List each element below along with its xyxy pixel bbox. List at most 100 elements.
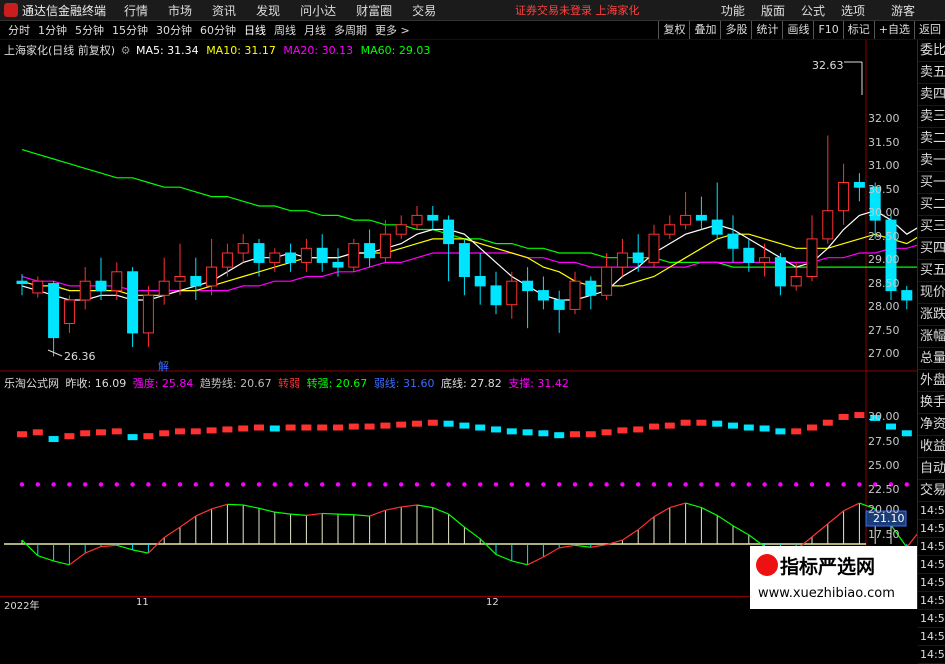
side-panel-item[interactable]: 总量 bbox=[918, 348, 945, 370]
price-tick-2: 31.50 bbox=[868, 136, 900, 149]
side-panel-item[interactable]: 14:56 bbox=[918, 628, 945, 646]
ind-tick-3: 25.00 bbox=[868, 459, 900, 472]
side-panel-item[interactable]: 14:56 bbox=[918, 574, 945, 592]
side-panel-item[interactable]: 外盘 bbox=[918, 370, 945, 392]
side-panel-item[interactable]: 卖四 bbox=[918, 84, 945, 106]
oscillator-line bbox=[906, 533, 917, 548]
btn-fanhui[interactable]: 返回 bbox=[914, 21, 945, 39]
candle-body bbox=[364, 243, 376, 259]
oscillator-line bbox=[732, 525, 750, 536]
price-tick-8: 28.50 bbox=[868, 277, 900, 290]
oscillator-line bbox=[322, 512, 339, 515]
candle-body bbox=[616, 252, 628, 268]
candle-body bbox=[79, 280, 91, 301]
oscillator-line bbox=[622, 529, 639, 541]
side-panel-item[interactable]: 14:56 bbox=[918, 502, 945, 520]
candle-body bbox=[680, 214, 692, 226]
price-tick-11: 27.00 bbox=[868, 347, 900, 360]
side-panel-item[interactable]: 买五 bbox=[918, 260, 945, 282]
candle-body bbox=[221, 252, 233, 268]
oscillator-line bbox=[511, 560, 528, 566]
candle-body bbox=[316, 247, 328, 263]
support-dot bbox=[841, 482, 846, 487]
side-panel-item[interactable]: 买三 bbox=[918, 216, 945, 238]
date-11: 11 bbox=[136, 597, 149, 608]
side-panel-item[interactable]: 净资 bbox=[918, 414, 945, 436]
oscillator-line bbox=[827, 510, 844, 525]
oscillator-line bbox=[100, 544, 117, 548]
support-dot bbox=[604, 482, 609, 487]
side-panel-item[interactable]: 14:56 bbox=[918, 520, 945, 538]
support-dot bbox=[320, 482, 325, 487]
indicator-bar bbox=[886, 423, 896, 430]
candle-body bbox=[632, 252, 644, 263]
side-panel-item[interactable]: 换手 bbox=[918, 392, 945, 414]
side-panel-item[interactable]: 委比 bbox=[918, 40, 945, 62]
side-panel-item[interactable]: 14:56 bbox=[918, 592, 945, 610]
candle-body bbox=[332, 261, 344, 268]
support-dot bbox=[193, 482, 198, 487]
support-dot bbox=[541, 482, 546, 487]
support-dot bbox=[794, 482, 799, 487]
candle-body bbox=[537, 290, 549, 301]
side-panel-item[interactable]: 买四 bbox=[918, 238, 945, 260]
side-panel-item[interactable]: 自动 bbox=[918, 458, 945, 480]
side-panel-item[interactable]: 卖五 bbox=[918, 62, 945, 84]
oscillator-line bbox=[843, 502, 860, 512]
side-panel-item[interactable]: 交易 bbox=[918, 480, 945, 502]
side-panel-item[interactable]: 卖三 bbox=[918, 106, 945, 128]
side-panel-item[interactable]: 14:56 bbox=[918, 556, 945, 574]
support-dot bbox=[335, 482, 341, 487]
oscillator-line bbox=[669, 502, 686, 509]
candle-body bbox=[379, 233, 391, 259]
side-panel-item[interactable]: 买二 bbox=[918, 194, 945, 216]
indicator-bar bbox=[570, 431, 580, 438]
oscillator-line bbox=[432, 507, 449, 515]
candle-body bbox=[95, 280, 107, 292]
oscillator-line bbox=[37, 555, 54, 562]
indicator-bar bbox=[396, 421, 407, 428]
indicator-bar bbox=[143, 433, 154, 440]
indicator-bar bbox=[743, 424, 754, 431]
indicator-bar bbox=[791, 428, 802, 435]
candle-body bbox=[16, 280, 28, 285]
support-dot bbox=[414, 482, 420, 487]
candle-body bbox=[901, 290, 913, 301]
oscillator-line bbox=[21, 539, 39, 557]
candle-body bbox=[490, 285, 502, 306]
support-dot bbox=[130, 482, 135, 487]
support-dot bbox=[98, 482, 104, 487]
support-dot bbox=[256, 482, 262, 487]
indicator-bar bbox=[854, 412, 865, 419]
indicator-bar bbox=[696, 419, 707, 426]
watermark-badge-icon bbox=[756, 554, 778, 576]
candle-body bbox=[727, 233, 739, 249]
oscillator-line bbox=[464, 526, 481, 540]
oscillator-line bbox=[637, 516, 655, 531]
support-dot bbox=[51, 482, 56, 487]
oscillator-line bbox=[116, 544, 133, 551]
indicator-bar bbox=[712, 420, 723, 427]
side-panel-item[interactable]: 卖二 bbox=[918, 128, 945, 150]
side-panel-item[interactable]: 涨跌 bbox=[918, 304, 945, 326]
indicator-bar bbox=[633, 426, 644, 433]
support-dot bbox=[272, 482, 277, 487]
candle-body bbox=[285, 252, 297, 263]
support-dot bbox=[478, 482, 483, 487]
support-dot bbox=[809, 482, 815, 487]
oscillator-line bbox=[716, 514, 734, 527]
side-panel-item[interactable]: 涨幅 bbox=[918, 326, 945, 348]
indicator-bar bbox=[775, 428, 786, 435]
side-panel-item[interactable]: 14:56 bbox=[918, 538, 945, 556]
candle-body bbox=[506, 280, 518, 306]
side-panel-item[interactable]: 现价 bbox=[918, 282, 945, 304]
support-dot bbox=[636, 482, 641, 487]
side-panel-item[interactable]: 收益 bbox=[918, 436, 945, 458]
side-panel-item[interactable]: 14:56 bbox=[918, 646, 945, 664]
side-panel-item[interactable]: 卖一 bbox=[918, 150, 945, 172]
side-panel-item[interactable]: 14:56 bbox=[918, 610, 945, 628]
kline-chart[interactable]: 32.63 26.36 解 21.10 bbox=[0, 0, 917, 609]
side-panel-item[interactable]: 买一 bbox=[918, 172, 945, 194]
price-tick-9: 28.00 bbox=[868, 300, 900, 313]
support-dot bbox=[177, 482, 183, 487]
